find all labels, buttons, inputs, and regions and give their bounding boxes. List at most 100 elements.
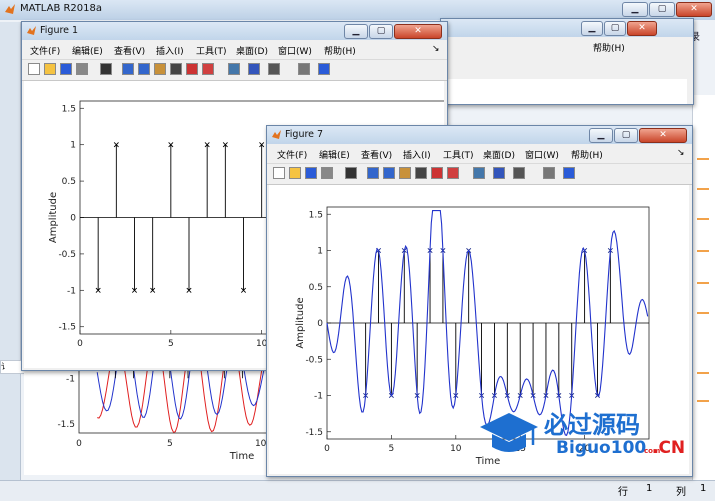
menu-edit[interactable]: 编辑(E) [72,44,103,57]
back-minimize-button[interactable]: ▁ [581,21,603,36]
fig1-xtick-label: 0 [77,339,83,349]
menu-view[interactable]: 查看(V) [114,44,145,57]
panel-marker [697,400,709,402]
figure7-titlebar: Figure 7 ▁ ▢ ✕ [267,126,692,144]
menu-window[interactable]: 窗口(W) [525,148,559,161]
menu-insert[interactable]: 插入(I) [403,148,431,161]
data-cursor-icon[interactable] [431,167,443,179]
back-menu-help[interactable]: 帮助(H) [593,41,625,54]
lower-plot-svg: -1-1.5051015Time [57,327,389,462]
panel-marker [697,158,709,160]
print-icon[interactable] [76,63,88,75]
menu-desktop[interactable]: 桌面(D) [236,44,268,57]
graduation-cap-icon [480,413,538,452]
save-icon[interactable] [305,167,317,179]
link-icon[interactable] [228,63,240,75]
figure1-toolbar [22,59,447,81]
brush-icon[interactable] [447,167,459,179]
back-close-button[interactable]: ✕ [627,21,657,36]
rotate-icon[interactable] [415,167,427,179]
menu-help[interactable]: 帮助(H) [324,44,356,57]
menu-desktop[interactable]: 桌面(D) [483,148,515,161]
maximize-button[interactable]: ▢ [649,2,675,17]
figure7-menubar: 文件(F) 编辑(E) 查看(V) 插入(I) 工具(T) 桌面(D) 窗口(W… [267,146,692,162]
status-col-label: 列 [676,487,686,498]
fig1-xtick-label: 5 [168,339,174,349]
figure-icon [27,26,36,35]
pan-icon[interactable] [399,167,411,179]
back-figure-area [447,79,687,104]
colorbar-icon[interactable] [493,167,505,179]
fig1-ytick-label: -0.5 [58,250,76,260]
menu-help[interactable]: 帮助(H) [571,148,603,161]
close-button[interactable]: ✕ [676,2,712,17]
figure1-maximize-button[interactable]: ▢ [369,24,393,39]
hide-plot-tools-icon[interactable] [543,167,555,179]
fig7-xtick-label: 5 [389,444,395,454]
pointer-icon[interactable] [345,167,357,179]
menu-file[interactable]: 文件(F) [30,44,60,57]
back-maximize-button[interactable]: ▢ [604,21,626,36]
figure7-close-button[interactable]: ✕ [639,128,687,143]
zoom-out-icon[interactable] [383,167,395,179]
colorbar-icon[interactable] [248,63,260,75]
menu-view[interactable]: 查看(V) [361,148,392,161]
pan-icon[interactable] [154,63,166,75]
menu-tools[interactable]: 工具(T) [196,44,227,57]
legend-icon[interactable] [513,167,525,179]
zoom-in-icon[interactable] [122,63,134,75]
fig7-ytick-label: -0.5 [305,355,323,365]
figure1-minimize-button[interactable]: ▁ [344,24,368,39]
panel-marker [697,218,709,220]
minimize-button[interactable]: ▁ [622,2,648,17]
watermark: 必过源码 Biguo100 com .CN [478,405,688,475]
new-file-icon[interactable] [28,63,40,75]
lower-xtick-label: 5 [167,439,173,449]
fig1-ytick-label: -1 [67,286,76,296]
menu-dock-arrow-icon[interactable]: ↘ [677,148,685,158]
fig7-ytick-label: 1.5 [309,210,323,220]
zoom-out-icon[interactable] [138,63,150,75]
data-cursor-icon[interactable] [186,63,198,75]
menu-file[interactable]: 文件(F) [277,148,307,161]
fig7-ytick-label: 1 [317,247,323,257]
new-file-icon[interactable] [273,167,285,179]
menu-window[interactable]: 窗口(W) [278,44,312,57]
background-figure: -1-1.5051015Time [24,327,389,475]
pointer-icon[interactable] [100,63,112,75]
legend-icon[interactable] [268,63,280,75]
print-icon[interactable] [321,167,333,179]
app-title: MATLAB R2018a [20,3,103,14]
hide-plot-tools-icon[interactable] [298,63,310,75]
open-file-icon[interactable] [44,63,56,75]
left-dock-strip [0,22,21,480]
brush-icon[interactable] [202,63,214,75]
watermark-suffix: .CN [652,438,686,458]
fig7-xtick-label: 0 [324,444,330,454]
figure7-minimize-button[interactable]: ▁ [589,128,613,143]
show-plot-tools-icon[interactable] [318,63,330,75]
menu-tools[interactable]: 工具(T) [443,148,474,161]
figure1-close-button[interactable]: ✕ [394,24,442,39]
zoom-in-icon[interactable] [367,167,379,179]
lower-ytick-label: -1.5 [57,420,75,430]
fig7-ytick-label: 0 [317,319,323,329]
panel-marker [697,250,709,252]
menu-edit[interactable]: 编辑(E) [319,148,350,161]
show-plot-tools-icon[interactable] [563,167,575,179]
open-file-icon[interactable] [289,167,301,179]
figure7-title: Figure 7 [285,129,324,140]
menu-dock-arrow-icon[interactable]: ↘ [432,44,440,54]
link-icon[interactable] [473,167,485,179]
fig7-ytick-label: -1 [314,392,323,402]
fig1-ytick-label: 0.5 [62,177,76,187]
figure1-titlebar: Figure 1 ▁ ▢ ✕ [22,22,447,40]
menu-insert[interactable]: 插入(I) [156,44,184,57]
save-icon[interactable] [60,63,72,75]
figure7-toolbar [267,163,692,185]
rotate-icon[interactable] [170,63,182,75]
lower-xlabel: Time [229,451,254,462]
figure7-maximize-button[interactable]: ▢ [614,128,638,143]
fig7-xtick-label: 10 [450,444,462,454]
fig7-ytick-label: -1.5 [305,428,323,438]
